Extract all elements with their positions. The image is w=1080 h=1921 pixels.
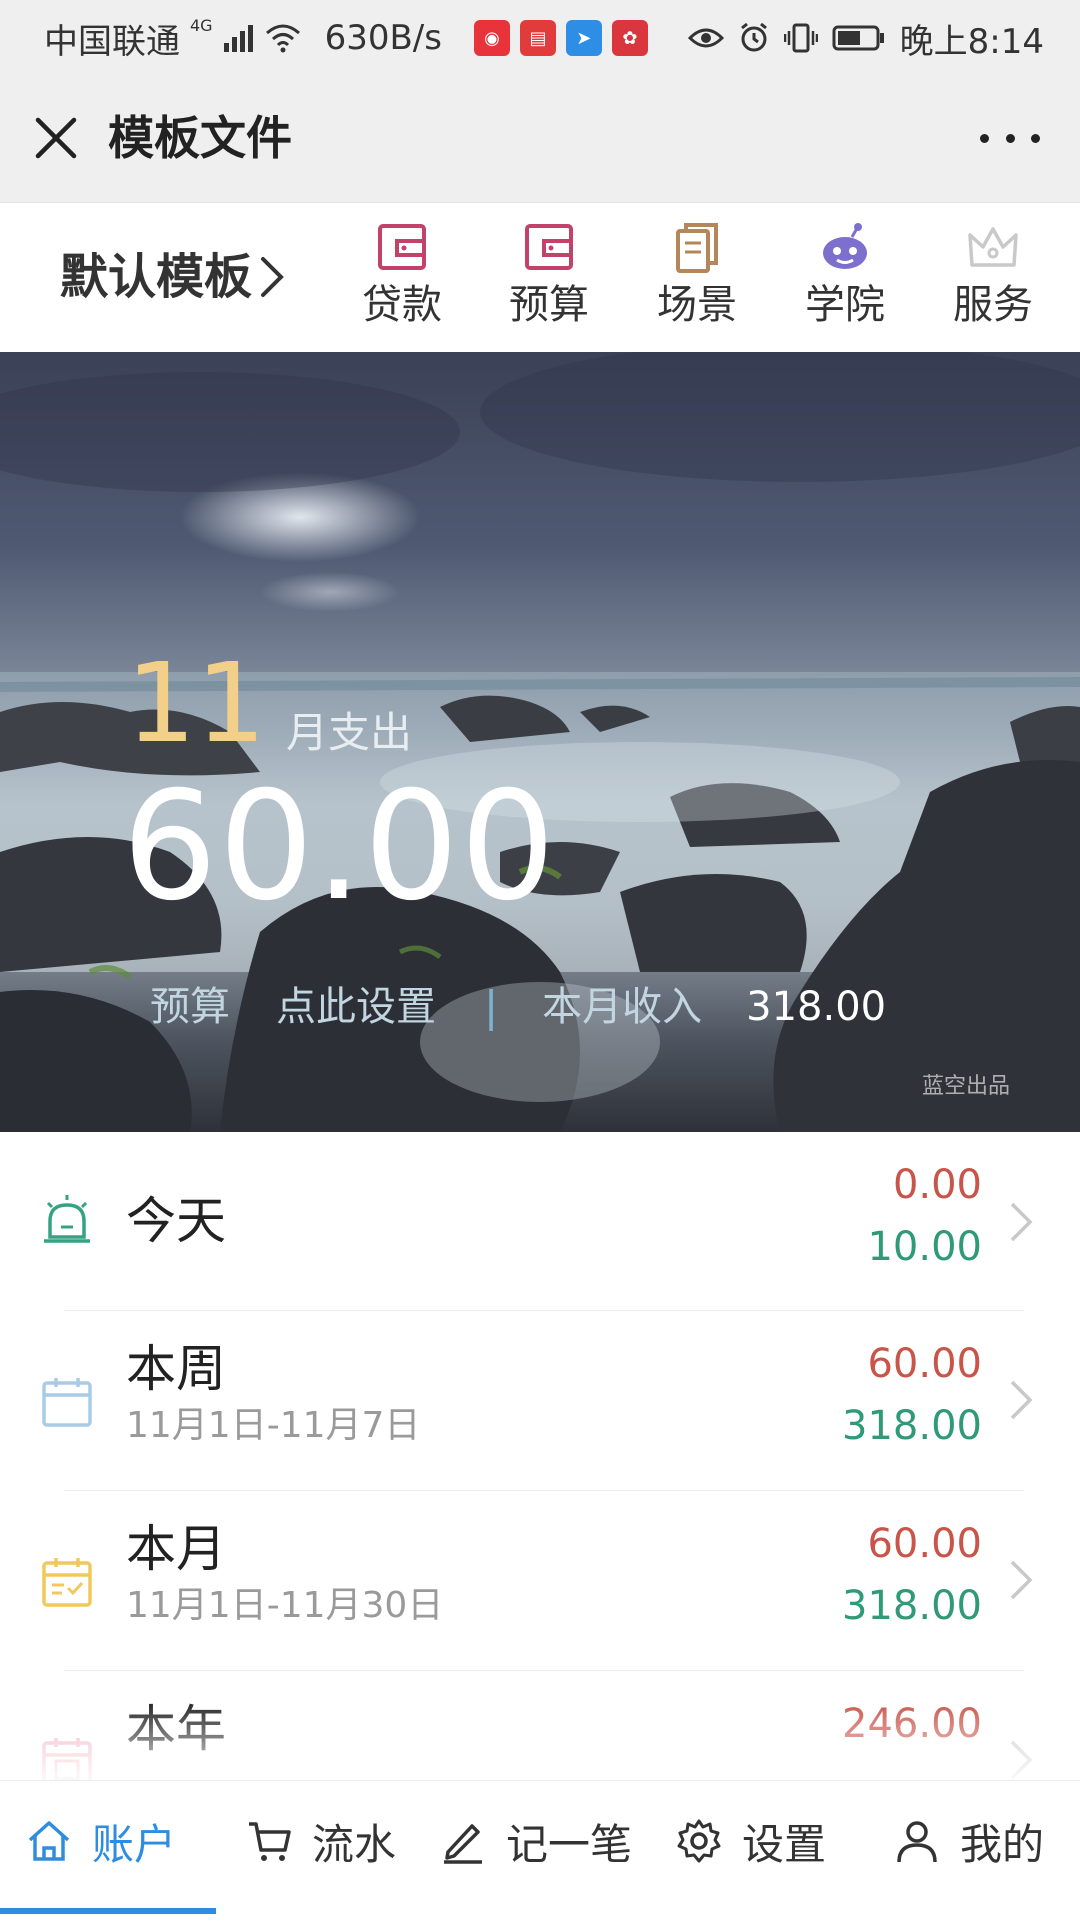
month-number: 11: [126, 639, 266, 767]
row-expense: 60.00: [867, 1341, 982, 1387]
calendar-icon: [42, 1378, 92, 1427]
nav-budget[interactable]: 预算: [489, 221, 609, 333]
active-tab-indicator: [0, 1908, 216, 1914]
tab-label: 设置: [742, 1819, 827, 1869]
battery-icon: [832, 25, 884, 51]
footer-separator: |: [484, 982, 499, 1031]
tab-add-record[interactable]: 记一笔: [440, 1811, 632, 1871]
tab-label: 流水: [312, 1819, 397, 1869]
month-expense-label: 月支出: [286, 708, 413, 757]
row-date-range: 11月1日-11月30日: [126, 1585, 444, 1626]
tab-transactions[interactable]: 流水: [246, 1811, 396, 1871]
status-right: 晚上8:14: [687, 0, 1044, 76]
nav-label: 贷款: [362, 282, 442, 328]
row-income: 318.00: [842, 1403, 982, 1449]
tab-label: 我的: [960, 1819, 1045, 1869]
tab-settings[interactable]: 设置: [676, 1811, 826, 1871]
row-date-range: 11月1日-11月7日: [126, 1405, 421, 1446]
nav-label: 预算: [509, 282, 589, 328]
crown-icon: [968, 227, 1018, 267]
status-bar: 中国联通 4G 630B/s ◉ ▤ ➤ ✿ 晚上8:14: [0, 0, 1080, 76]
more-dot-icon: [1005, 133, 1015, 143]
row-expense: 0.00: [892, 1162, 982, 1208]
network-speed: 630B/s: [324, 18, 442, 58]
template-label: 默认模板: [60, 249, 253, 305]
nav-label: 学院: [805, 282, 885, 328]
nav-label: 场景: [657, 282, 737, 328]
row-title: 今天: [126, 1192, 226, 1250]
status-left: 中国联通 4G 630B/s ◉ ▤ ➤ ✿: [44, 0, 648, 76]
more-dot-icon: [1031, 133, 1040, 143]
nav-loan[interactable]: 贷款: [342, 221, 462, 333]
robot-icon: [823, 223, 867, 269]
income-value: 318.00: [746, 984, 887, 1030]
quick-nav: 默认模板 贷款 预算 场景 学院 服务: [0, 203, 1080, 351]
template-selector[interactable]: 默认模板: [60, 245, 286, 309]
wallet-icon: [378, 224, 426, 270]
row-title: 本年: [126, 1700, 226, 1758]
chevron-right-icon: [1010, 1202, 1033, 1242]
user-icon: [897, 1821, 937, 1863]
wifi-icon: [265, 24, 300, 53]
network-type: 4G: [190, 16, 213, 35]
huawei-badge: ✿: [611, 20, 648, 56]
gear-icon: [677, 1819, 721, 1863]
signal-icon: [223, 25, 253, 52]
carrier-label: 中国联通: [44, 21, 180, 62]
nav-service[interactable]: 服务: [933, 221, 1053, 333]
vibrate-icon: [783, 23, 818, 53]
nav-academy[interactable]: 学院: [785, 221, 905, 333]
pencil-icon: [444, 1824, 482, 1864]
reader-badge: ▤: [519, 20, 556, 56]
row-title: 本月: [126, 1520, 226, 1578]
summary-row-week[interactable]: 本周 11月1日-11月7日 60.00 318.00: [0, 1311, 1080, 1491]
month-total-expense: 60.00: [122, 760, 557, 934]
calendar-check-icon: [42, 1558, 92, 1607]
netease-music-badge: ◉: [473, 20, 510, 56]
hero-banner: 11 月支出 60.00 预算 点此设置 | 本月收入 318.00 蓝空出品: [0, 352, 1080, 1132]
alarm-clock-icon: [740, 22, 767, 52]
tab-label: 账户: [92, 1819, 177, 1869]
tab-account[interactable]: 账户: [26, 1811, 176, 1871]
budget-label: 预算: [150, 984, 230, 1030]
tab-me[interactable]: 我的: [894, 1811, 1044, 1871]
paper-plane-badge: ➤: [565, 20, 602, 56]
page-title: 模板文件: [108, 111, 292, 165]
more-options-button[interactable]: [980, 118, 1040, 158]
row-title: 本周: [126, 1340, 226, 1398]
more-dot-icon: [980, 133, 989, 143]
nav-scene[interactable]: 场景: [637, 221, 757, 333]
clock-time: 晚上8:14: [899, 21, 1044, 62]
chevron-right-icon: [1010, 1380, 1033, 1420]
wallet-icon: [525, 224, 573, 270]
tab-label: 记一笔: [506, 1819, 633, 1869]
income-label: 本月收入: [542, 984, 703, 1030]
row-income: 318.00: [842, 1583, 982, 1629]
nav-label: 服务: [953, 282, 1033, 328]
chevron-right-icon: [261, 257, 284, 297]
eye-icon: [687, 28, 724, 48]
chevron-right-icon: [1010, 1740, 1033, 1780]
hero-footer: 预算 点此设置 | 本月收入 318.00: [150, 982, 886, 1032]
close-icon[interactable]: [28, 110, 84, 166]
alarm-icon: [44, 1195, 90, 1243]
chevron-right-icon: [1010, 1560, 1033, 1600]
row-expense: 60.00: [867, 1521, 982, 1567]
clipboard-icon: [676, 223, 718, 273]
budget-set-link[interactable]: 点此设置: [276, 982, 436, 1032]
photo-watermark: 蓝空出品: [921, 1074, 1010, 1099]
home-icon: [28, 1821, 70, 1861]
row-income: 10.00: [867, 1224, 982, 1270]
title-bar: 模板文件: [0, 76, 1080, 203]
cart-icon: [249, 1822, 291, 1861]
summary-row-today[interactable]: 今天 0.00 10.00: [0, 1133, 1080, 1311]
period-summary-list: 今天 0.00 10.00 本周 11月1日-11月7日 60.00 318.0…: [0, 1133, 1080, 1851]
bottom-tab-bar: 账户 流水 记一笔 设置 我的: [0, 1780, 1080, 1921]
row-expense: 246.00: [842, 1701, 982, 1747]
summary-row-month[interactable]: 本月 11月1日-11月30日 60.00 318.00: [0, 1491, 1080, 1671]
